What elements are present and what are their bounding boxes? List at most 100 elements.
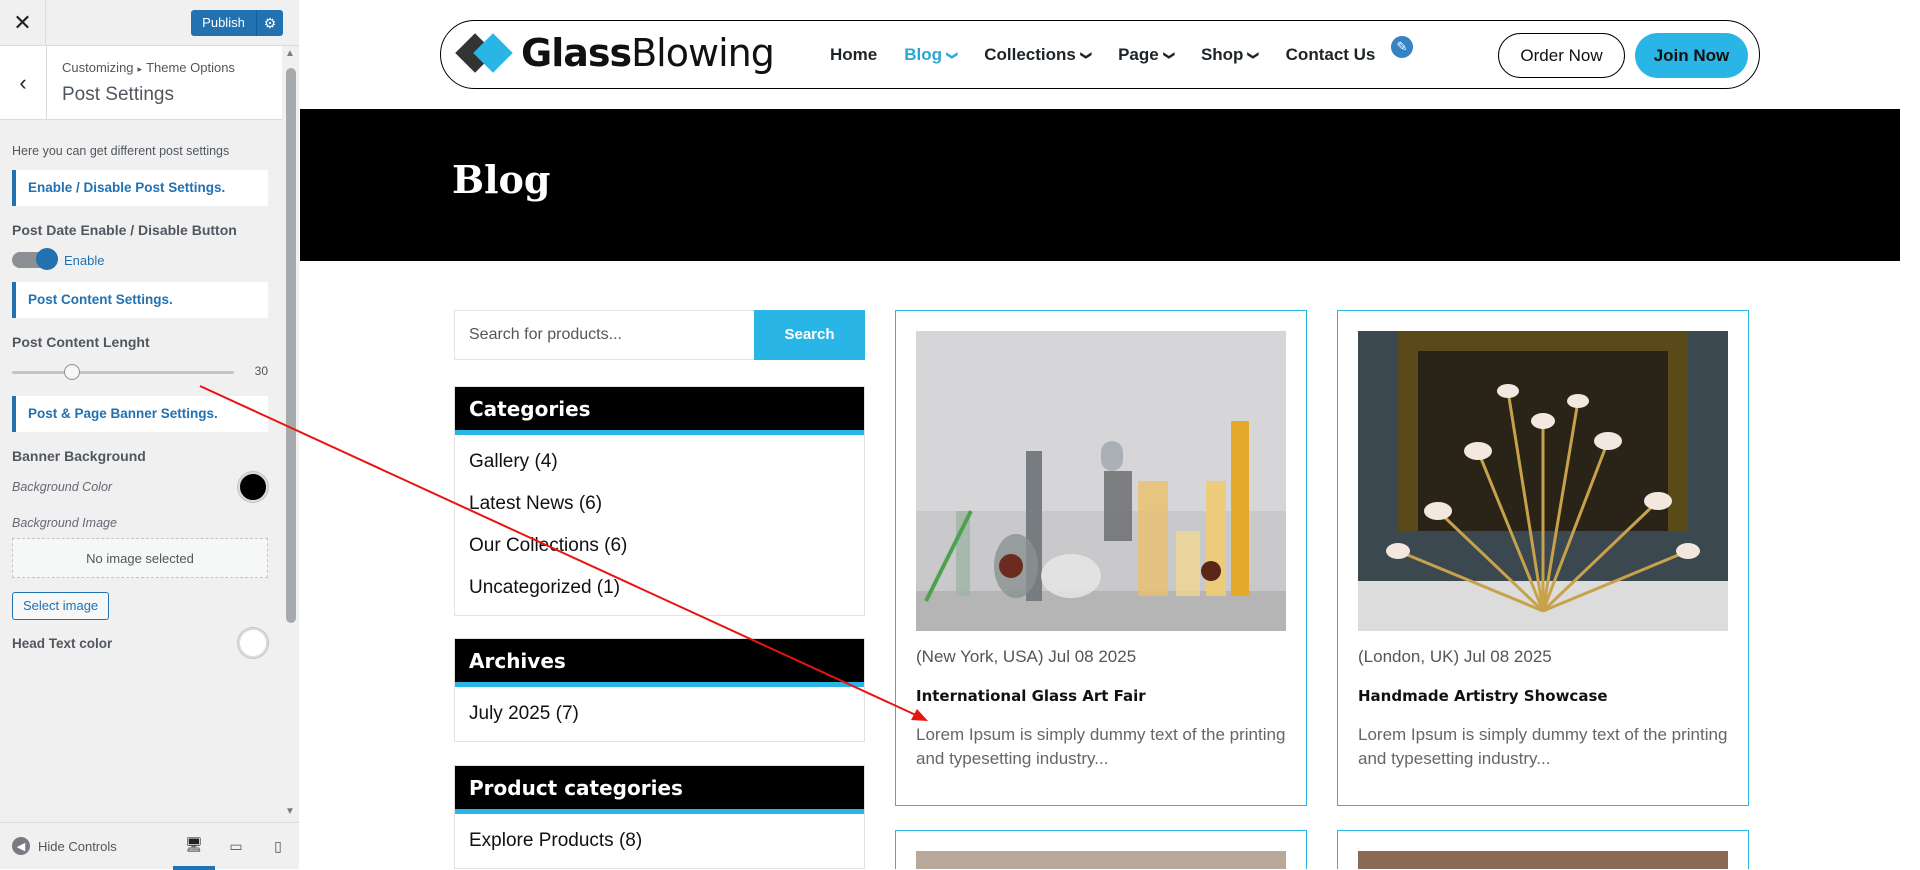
site-preview: GlassBlowing Home Blog ❯ Collections ❯ Page ❯ S… [300, 0, 1900, 869]
publish-button-group: Publish ⚙ [191, 10, 283, 36]
breadcrumb-customizing: Customizing [62, 60, 134, 75]
bg-color-label: Background Color [12, 480, 113, 494]
head-text-color-row: Head Text color [12, 628, 268, 658]
edit-shortcut-pencil-icon[interactable]: ✎ [1389, 34, 1415, 60]
post-excerpt: Lorem Ipsum is simply dummy text of the … [916, 725, 1286, 768]
customizer-footer: ◀ Hide Controls 🖥 ▭ ▯ [0, 822, 299, 870]
mobile-icon[interactable]: ▯ [257, 823, 299, 870]
product-categories-widget: Product categories Explore Products (8) [454, 765, 865, 869]
chevron-down-icon[interactable]: ❯ [1248, 50, 1261, 59]
post-card[interactable] [1337, 830, 1749, 869]
panel-title: Post Settings [62, 84, 174, 105]
customizer-header: ✕ Publish ⚙ [0, 0, 299, 46]
post-excerpt: Lorem Ipsum is simply dummy text of the … [1358, 725, 1728, 768]
section-banner-settings: Post & Page Banner Settings. [12, 396, 268, 432]
content-length-slider[interactable]: 30 [12, 360, 268, 384]
list-item[interactable]: Gallery (4) [469, 441, 850, 483]
hide-controls-button[interactable]: ◀ Hide Controls [12, 837, 117, 855]
nav-item-label: Shop [1200, 45, 1244, 64]
list-item[interactable]: Latest News (6) [469, 483, 850, 525]
slider-value: 30 [254, 364, 268, 378]
nav-item[interactable]: Home [830, 45, 877, 65]
nav-item-label: Collections [984, 45, 1076, 64]
list-item[interactable]: Explore Products (8) [469, 820, 850, 862]
archives-widget: Archives July 2025 (7) [454, 638, 865, 742]
list-item[interactable]: Uncategorized (1) [469, 567, 850, 609]
list-item[interactable]: July 2025 (7) [469, 693, 850, 735]
bg-color-row: Background Color [12, 472, 268, 502]
page-banner: Blog [300, 109, 1900, 261]
bg-image-label: Background Image [12, 516, 117, 530]
desktop-icon[interactable]: 🖥 [173, 823, 215, 870]
breadcrumb-theme-options: Theme Options [146, 60, 235, 75]
hide-controls-label: Hide Controls [38, 838, 117, 854]
widget-title: Categories [455, 387, 864, 435]
post-thumbnail[interactable] [1358, 851, 1728, 869]
list-item[interactable]: Our Collections (6) [469, 525, 850, 567]
post-date-toggle[interactable]: Enable [12, 248, 268, 270]
chevron-down-icon[interactable]: ❯ [946, 50, 959, 59]
content-length-label: Post Content Lenght [12, 334, 150, 350]
customizer-sidebar: ✕ Publish ⚙ ‹ Customizing ▸ Theme Options … [0, 0, 299, 870]
product-search: Search for products... Search [454, 310, 865, 360]
site-header: GlassBlowing Home Blog ❯ Collections ❯ Page ❯ S… [440, 20, 1760, 89]
categories-widget: Categories Gallery (4) Latest News (6) Our… [454, 386, 865, 616]
breadcrumb: Customizing ▸ Theme Options [62, 60, 235, 75]
post-thumbnail[interactable] [916, 331, 1286, 631]
post-meta: (New York, USA) Jul 08 2025 [916, 647, 1137, 666]
slider-rail[interactable] [12, 371, 234, 374]
product-categories-list: Explore Products (8) [455, 814, 864, 868]
nav-item[interactable]: Collections ❯ [984, 45, 1093, 65]
order-now-button[interactable]: Order Now [1498, 33, 1625, 78]
chevron-down-icon[interactable]: ❯ [1163, 50, 1176, 59]
nav-item[interactable]: Contact Us [1286, 45, 1376, 65]
nav-item-label: Page [1118, 45, 1159, 64]
breadcrumb-separator-icon: ▸ [137, 64, 143, 74]
back-arrow-icon[interactable]: ‹ [0, 46, 47, 120]
nav-item[interactable]: Shop ❯ [1200, 45, 1261, 65]
scroll-up-icon[interactable]: ▲ [285, 48, 295, 59]
main-nav: Home Blog ❯ Collections ❯ Page ❯ Shop ❯ Contact U… [830, 45, 1402, 65]
post-title[interactable]: Handmade Artistry Showcase [1358, 687, 1608, 705]
gear-icon[interactable]: ⚙ [257, 15, 283, 32]
nav-item[interactable]: Blog ❯ [904, 45, 959, 65]
scroll-down-icon[interactable]: ▼ [285, 806, 295, 817]
scrollbar-thumb[interactable] [286, 68, 296, 623]
nav-item-label: Contact Us [1285, 45, 1376, 64]
post-thumbnail[interactable] [916, 851, 1286, 869]
slider-thumb[interactable] [63, 364, 80, 380]
select-image-button[interactable]: Select image [12, 592, 110, 620]
section-post-content-settings: Post Content Settings. [12, 282, 268, 318]
search-input[interactable]: Search for products... [469, 326, 622, 344]
post-card[interactable]: (New York, USA) Jul 08 2025 Internationa… [895, 310, 1307, 806]
widget-title: Product categories [455, 766, 864, 814]
categories-list: Gallery (4) Latest News (6) Our Collection… [455, 435, 864, 615]
nav-item-label: Home [830, 45, 878, 64]
toggle-track[interactable] [12, 248, 58, 270]
post-title[interactable]: International Glass Art Fair [916, 687, 1146, 705]
chevron-down-icon[interactable]: ❯ [1080, 50, 1093, 59]
head-text-color-swatch[interactable] [238, 628, 268, 658]
post-card[interactable]: (London, UK) Jul 08 2025 Handmade Artist… [1337, 310, 1749, 806]
join-now-button[interactable]: Join Now [1635, 33, 1748, 78]
search-button[interactable]: Search [754, 310, 865, 360]
panel-header: ‹ Customizing ▸ Theme Options Post Setting… [0, 46, 282, 120]
banner-title: Blog [452, 157, 551, 202]
post-date-label: Post Date Enable / Disable Button [12, 222, 237, 238]
publish-button[interactable]: Publish [191, 10, 257, 36]
toggle-knob[interactable] [36, 248, 58, 270]
nav-item[interactable]: Page ❯ [1118, 45, 1176, 65]
logo-text: GlassBlowing [521, 31, 775, 75]
post-thumbnail[interactable] [1358, 331, 1728, 631]
banner-background-label: Banner Background [12, 448, 146, 464]
tablet-icon[interactable]: ▭ [215, 823, 257, 870]
site-logo[interactable]: GlassBlowing [455, 31, 775, 75]
close-icon[interactable]: ✕ [0, 0, 46, 46]
archives-list: July 2025 (7) [455, 687, 864, 741]
post-card[interactable] [895, 830, 1307, 869]
bg-color-swatch[interactable] [238, 472, 268, 502]
post-meta: (London, UK) Jul 08 2025 [1358, 647, 1552, 666]
logo-diamond-icon [455, 31, 515, 75]
sidebar-scrollbar[interactable]: ▲ ▼ [283, 46, 299, 821]
widget-title: Archives [455, 639, 864, 687]
